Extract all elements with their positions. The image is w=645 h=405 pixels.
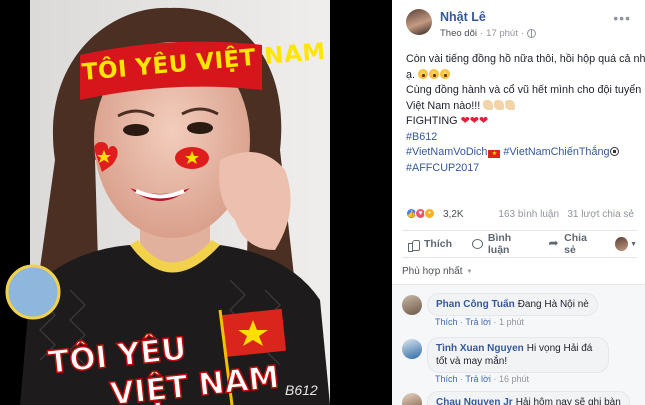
author-name[interactable]: Nhật Lê	[440, 10, 486, 24]
post-text-line: Còn vài tiếng đồng hồ nữa thôi, hồi hộp …	[406, 53, 645, 65]
follow-link[interactable]: Theo dõi	[440, 28, 477, 39]
share-button[interactable]: Chia sẻ	[542, 231, 603, 257]
comment-bubble: Tình Xuan Nguyen Hi vọng Hải đá tốt và ma…	[427, 337, 609, 373]
comment-meta: Thích · Trả lời · 16 phút	[435, 374, 529, 384]
comment-time[interactable]: 1 phút	[499, 317, 524, 327]
b612-watermark: B612	[285, 382, 318, 398]
comment-author[interactable]: Tình Xuan Nguyen	[436, 343, 524, 354]
comment-reply-link[interactable]: Trả lời	[465, 317, 491, 327]
hashtag-link[interactable]: #VietNamVoDich	[406, 146, 487, 158]
share-count[interactable]: 31 lượt chia sẻ	[567, 209, 634, 220]
engagement-counts: 163 bình luận 31 lượt chia sẻ	[498, 209, 634, 220]
post-photo[interactable]: TÔI YÊU VIỆT NAM TÔI YÊU VIỆT NAM B612	[0, 0, 392, 405]
globe-icon	[527, 29, 537, 38]
comment-bubble-icon	[472, 239, 483, 249]
more-options-icon[interactable]: •••	[613, 10, 631, 26]
comment-like-link[interactable]: Thích	[435, 317, 458, 327]
muscle-emoji-icon	[494, 99, 505, 110]
sort-label: Phù hợp nhất	[402, 266, 463, 277]
commenter-avatar[interactable]	[402, 295, 422, 315]
soccer-ball-icon	[610, 147, 620, 156]
comment-like-link[interactable]: Thích	[435, 374, 458, 384]
reaction-count[interactable]: 3,2K	[443, 209, 464, 220]
meta-separator: ·	[520, 28, 525, 39]
reaction-icons[interactable]: 👍 ♥ •	[406, 208, 435, 219]
comment-bubble: Chau Nguyen Jr Hải hôm nay sẽ ghi bàn	[427, 391, 630, 405]
comment-author[interactable]: Chau Nguyen Jr	[436, 397, 513, 405]
hashtag-link[interactable]: #VietNamChiếnThắng	[503, 146, 609, 158]
post-text-line: ạ.	[406, 68, 636, 84]
hashtag-link[interactable]: #B612	[406, 130, 636, 146]
reactions-bar: 👍 ♥ • 3,2K 163 bình luận 31 lượt chia sẻ	[406, 207, 634, 223]
chevron-down-icon: ▼	[466, 268, 473, 275]
comment-time[interactable]: 16 phút	[499, 374, 529, 384]
muscle-emoji-icon	[483, 99, 494, 110]
post-text: Còn vài tiếng đồng hồ nữa thôi, hồi hộp …	[406, 52, 645, 177]
comment-sort-dropdown[interactable]: Phù hợp nhất ▼	[402, 266, 472, 277]
muscle-emoji-icon	[505, 99, 516, 110]
wow-emoji-icon	[440, 68, 451, 79]
post-detail-panel: Nhật Lê Theo dõi · 17 phút · ••• Còn vài…	[392, 0, 645, 405]
heart-emoji-icon: ❤❤❤	[460, 115, 489, 127]
meta-separator: ·	[479, 28, 484, 39]
post-text-line: Việt Nam nào!!!	[406, 99, 636, 115]
post-time[interactable]: 17 phút	[486, 28, 518, 39]
comment-author[interactable]: Phan Công Tuấn	[436, 299, 515, 310]
action-bar: Thích Bình luận Chia sẻ ▼	[402, 230, 637, 258]
post-text-line: FIGHTING ❤❤❤	[406, 114, 636, 130]
hashtag-row: #VietNamVoDich ★ #VietNamChiếnThắng	[406, 145, 636, 161]
chevron-down-icon[interactable]: ▼	[630, 241, 637, 248]
comment-meta: Thích · Trả lời · 1 phút	[435, 317, 524, 327]
share-arrow-icon	[548, 236, 559, 250]
commenter-avatar[interactable]	[402, 339, 422, 359]
post-text-line: Cùng đồng hành và cổ vũ hết mình cho đội…	[406, 84, 642, 96]
comment-item: Chau Nguyen Jr Hải hôm nay sẽ ghi bàn	[402, 391, 638, 405]
like-button[interactable]: Thích	[402, 231, 458, 257]
comment-label: Bình luận	[487, 232, 512, 256]
comment-item: Phan Công Tuấn Đang Hà Nội nè Thích · Trả…	[402, 293, 638, 335]
share-label: Chia sẻ	[564, 232, 587, 256]
viewer-avatar[interactable]	[615, 237, 629, 251]
wow-emoji-icon	[429, 68, 440, 79]
comment-count[interactable]: 163 bình luận	[498, 209, 559, 220]
comment-item: Tình Xuan Nguyen Hi vọng Hải đá tốt và ma…	[402, 337, 638, 391]
comment-reply-link[interactable]: Trả lời	[465, 374, 491, 384]
comment-bubble: Phan Công Tuấn Đang Hà Nội nè	[427, 293, 598, 316]
like-label: Thích	[424, 238, 452, 250]
comment-text: Hải hôm nay sẽ ghi bàn	[515, 397, 621, 405]
comment-text: Đang Hà Nội nè	[517, 299, 589, 310]
post-meta: Theo dõi · 17 phút ·	[440, 28, 537, 39]
wow-emoji-icon	[418, 68, 429, 79]
wow-reaction-icon: •	[424, 208, 435, 219]
comment-button[interactable]: Bình luận	[466, 231, 536, 257]
thumbs-up-icon	[408, 239, 420, 252]
vietnam-flag-icon: ★	[488, 150, 501, 158]
post-header: Nhật Lê Theo dõi · 17 phút · •••	[392, 0, 645, 44]
author-avatar[interactable]	[406, 9, 432, 35]
commenter-avatar[interactable]	[402, 393, 422, 405]
hashtag-link[interactable]: #AFFCUP2017	[406, 161, 636, 177]
comments-section: Phan Công Tuấn Đang Hà Nội nè Thích · Trả…	[392, 284, 645, 405]
